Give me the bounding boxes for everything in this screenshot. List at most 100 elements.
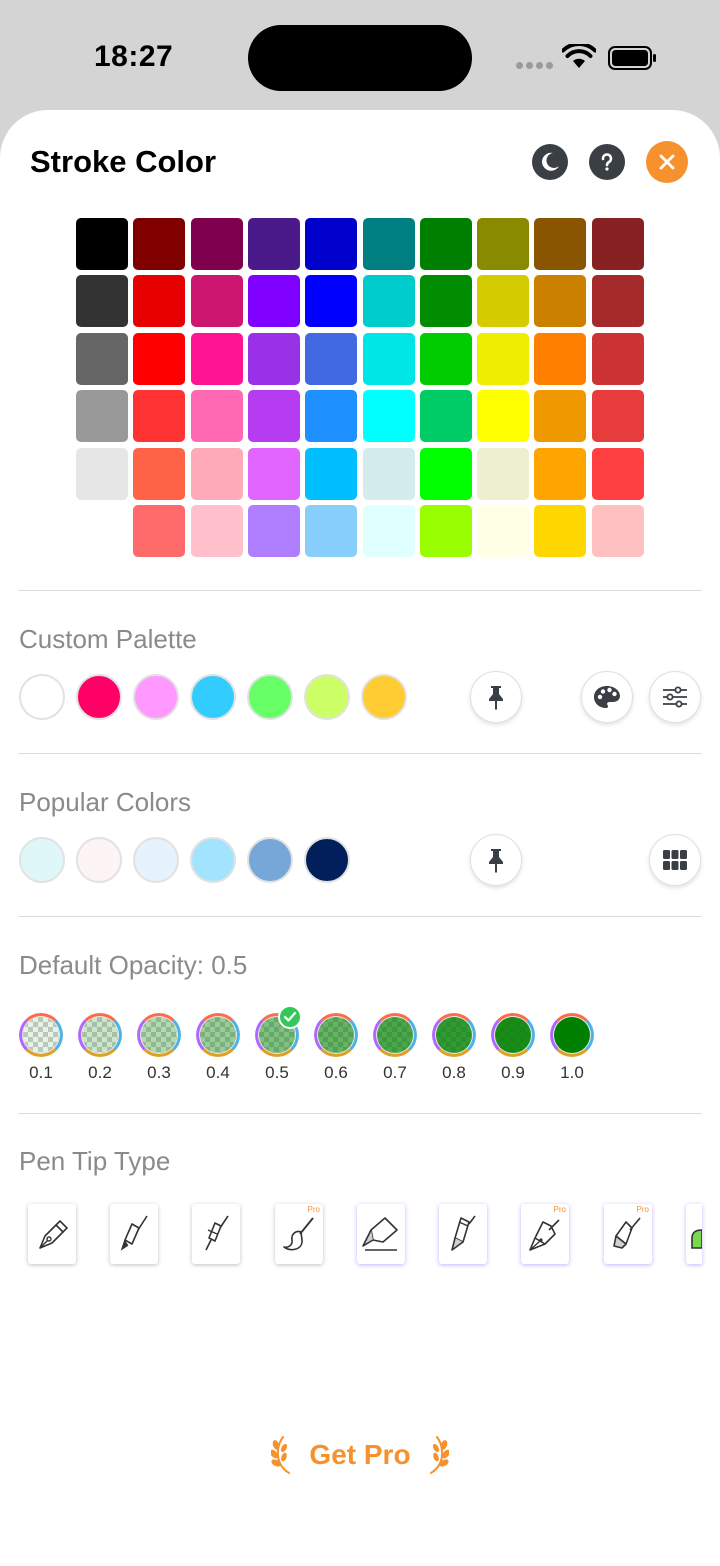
custom-palette-color[interactable] — [247, 674, 293, 720]
color-swatch[interactable] — [419, 390, 472, 443]
pen-tip-nib-pen[interactable]: Pro — [521, 1204, 569, 1264]
color-swatch[interactable] — [362, 390, 415, 443]
color-swatch[interactable] — [477, 332, 530, 385]
popular-color[interactable] — [19, 837, 65, 883]
color-swatch[interactable] — [591, 275, 644, 328]
color-swatch[interactable] — [362, 505, 415, 557]
color-swatch[interactable] — [76, 390, 128, 443]
opacity-option[interactable]: 0.3 — [136, 1013, 182, 1083]
dark-mode-button[interactable] — [532, 144, 568, 180]
opacity-option[interactable]: 0.8 — [431, 1013, 477, 1083]
pen-tip-paint-brush[interactable]: Pro — [275, 1204, 323, 1264]
pen-tip-chisel-marker[interactable] — [357, 1204, 405, 1264]
color-swatch[interactable] — [534, 447, 587, 500]
pin-custom-palette-button[interactable] — [470, 671, 522, 723]
popular-color[interactable] — [304, 837, 350, 883]
color-swatch[interactable] — [133, 505, 186, 557]
opacity-option[interactable]: 0.2 — [77, 1013, 123, 1083]
color-swatch[interactable] — [534, 390, 587, 443]
opacity-option[interactable]: 0.7 — [372, 1013, 418, 1083]
popular-color[interactable] — [247, 837, 293, 883]
palette-button[interactable] — [581, 671, 633, 723]
color-swatch[interactable] — [477, 218, 530, 270]
color-swatch[interactable] — [591, 505, 644, 557]
opacity-option[interactable]: 0.1 — [18, 1013, 64, 1083]
color-swatch[interactable] — [76, 332, 128, 385]
color-swatch[interactable] — [591, 390, 644, 443]
color-swatch[interactable] — [247, 275, 300, 328]
popular-color[interactable] — [190, 837, 236, 883]
color-swatch[interactable] — [247, 390, 300, 443]
color-swatch[interactable] — [419, 218, 472, 270]
color-swatch[interactable] — [534, 505, 587, 557]
color-swatch[interactable] — [362, 447, 415, 500]
color-swatch[interactable] — [305, 390, 358, 443]
custom-palette-color[interactable] — [133, 674, 179, 720]
color-swatch[interactable] — [305, 505, 358, 557]
custom-palette-color[interactable] — [304, 674, 350, 720]
color-swatch[interactable] — [247, 332, 300, 385]
color-swatch[interactable] — [190, 332, 243, 385]
opacity-option[interactable]: 0.4 — [195, 1013, 241, 1083]
color-swatch[interactable] — [534, 332, 587, 385]
pen-tip-brush-pen[interactable] — [110, 1204, 158, 1264]
color-swatch[interactable] — [591, 332, 644, 385]
close-button[interactable] — [646, 141, 688, 183]
color-swatch[interactable] — [133, 218, 186, 270]
custom-palette-color[interactable] — [190, 674, 236, 720]
color-swatch[interactable] — [133, 275, 186, 328]
pen-tip-highlighter[interactable]: Pro — [604, 1204, 652, 1264]
pen-tip-calligraphy-pen[interactable] — [439, 1204, 487, 1264]
color-swatch[interactable] — [133, 332, 186, 385]
color-swatch[interactable] — [591, 447, 644, 500]
custom-palette-color[interactable] — [76, 674, 122, 720]
opacity-option[interactable]: 0.5 — [254, 1005, 302, 1083]
color-swatch[interactable] — [419, 332, 472, 385]
color-swatch[interactable] — [305, 447, 358, 500]
color-swatch[interactable] — [190, 218, 243, 270]
pen-tip-partial[interactable] — [686, 1204, 702, 1264]
color-swatch[interactable] — [305, 275, 358, 328]
color-swatch[interactable] — [305, 332, 358, 385]
popular-color[interactable] — [133, 837, 179, 883]
color-swatch[interactable] — [534, 218, 587, 270]
color-swatch[interactable] — [362, 218, 415, 270]
palette-settings-button[interactable] — [649, 671, 701, 723]
color-swatch[interactable] — [534, 275, 587, 328]
color-swatch[interactable] — [133, 447, 186, 500]
opacity-option[interactable]: 1.0 — [549, 1013, 595, 1083]
color-swatch[interactable] — [477, 505, 530, 557]
grid-view-button[interactable] — [649, 834, 701, 886]
opacity-option[interactable]: 0.6 — [313, 1013, 359, 1083]
opacity-option[interactable]: 0.9 — [490, 1013, 536, 1083]
custom-palette-color[interactable] — [361, 674, 407, 720]
color-swatch[interactable] — [477, 275, 530, 328]
color-swatch[interactable] — [305, 218, 358, 270]
color-swatch[interactable] — [190, 275, 243, 328]
color-swatch[interactable] — [76, 275, 128, 328]
custom-palette-color[interactable] — [19, 674, 65, 720]
pen-tip-fountain-pen[interactable] — [28, 1204, 76, 1264]
color-swatch[interactable] — [477, 447, 530, 500]
color-swatch[interactable] — [190, 447, 243, 500]
color-swatch[interactable] — [190, 390, 243, 443]
color-swatch[interactable] — [419, 505, 472, 557]
pen-tip-fine-liner[interactable] — [192, 1204, 240, 1264]
color-swatch[interactable] — [419, 275, 472, 328]
popular-color[interactable] — [76, 837, 122, 883]
color-swatch[interactable] — [362, 332, 415, 385]
color-swatch[interactable] — [591, 218, 644, 270]
color-swatch[interactable] — [419, 447, 472, 500]
color-swatch[interactable] — [133, 390, 186, 443]
color-swatch[interactable] — [247, 505, 300, 557]
color-swatch[interactable] — [247, 218, 300, 270]
help-button[interactable] — [589, 144, 625, 180]
get-pro-button[interactable]: Get Pro — [0, 1436, 720, 1474]
color-swatch[interactable] — [76, 218, 128, 270]
color-swatch[interactable] — [247, 447, 300, 500]
color-swatch[interactable] — [190, 505, 243, 557]
color-swatch[interactable] — [76, 447, 128, 500]
color-swatch[interactable] — [477, 390, 530, 443]
color-swatch[interactable] — [362, 275, 415, 328]
pin-popular-colors-button[interactable] — [470, 834, 522, 886]
